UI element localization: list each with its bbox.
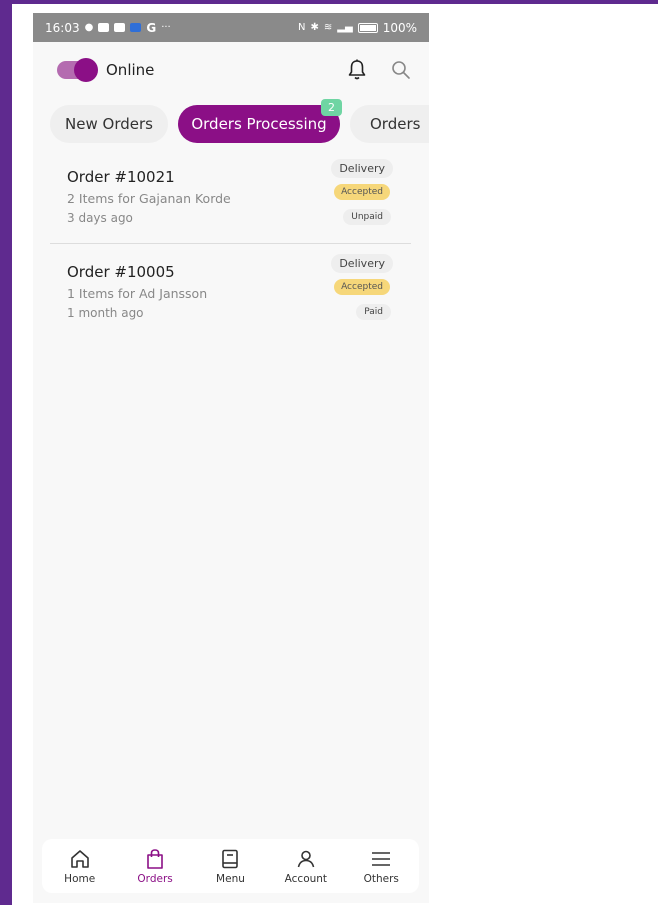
nav-menu[interactable]: Menu	[195, 848, 265, 885]
payment-status-badge: Unpaid	[343, 209, 391, 225]
online-status: Online	[57, 57, 155, 82]
status-time: 16:03	[45, 20, 80, 35]
order-card[interactable]: Order #10005 1 Items for Ad Jansson 1 mo…	[33, 244, 429, 338]
bluetooth-icon: ✱	[310, 21, 319, 33]
nav-account[interactable]: Account	[271, 848, 341, 885]
menu-book-icon	[219, 848, 241, 870]
nav-home-label: Home	[64, 872, 96, 885]
order-card[interactable]: Order #10021 2 Items for Gajanan Korde 3…	[33, 149, 429, 243]
online-label: Online	[106, 60, 155, 79]
search-icon[interactable]	[391, 60, 411, 80]
nav-orders-label: Orders	[137, 872, 173, 885]
toggle-knob	[74, 57, 98, 82]
nav-account-label: Account	[284, 872, 328, 885]
tab-orders-processing[interactable]: Orders Processing	[178, 105, 340, 143]
signal-icon: ▂▄	[337, 21, 353, 33]
nav-others-label: Others	[363, 872, 399, 885]
nav-others[interactable]: Others	[346, 848, 416, 885]
order-tabs: New Orders Orders Processing Orders 2	[33, 99, 429, 149]
status-bar: 16:03 ● G ··· N ✱ ≋ ▂▄ 100%	[33, 13, 429, 42]
status-left: 16:03 ● G ···	[45, 21, 171, 35]
nav-menu-label: Menu	[216, 872, 245, 885]
bottom-navigation: Home Orders Menu Account Others	[42, 839, 419, 893]
online-toggle[interactable]	[57, 57, 98, 82]
media-icon	[114, 23, 126, 32]
order-time: 1 month ago	[67, 306, 144, 320]
battery-percent: 100%	[382, 20, 417, 35]
order-status-badge: Accepted	[334, 184, 390, 200]
frame-border-left	[0, 0, 12, 905]
processing-count-badge: 2	[321, 99, 342, 116]
order-title: Order #10021	[67, 168, 175, 186]
wifi-icon: ≋	[323, 21, 333, 33]
battery-icon	[357, 22, 378, 33]
chat-icon: ●	[84, 21, 94, 33]
home-icon	[69, 848, 91, 870]
more-icon: ···	[161, 21, 171, 33]
order-time: 3 days ago	[67, 211, 133, 225]
hamburger-icon	[370, 848, 392, 870]
payment-status-badge: Paid	[356, 304, 391, 320]
bell-icon[interactable]	[347, 59, 367, 81]
nav-home[interactable]: Home	[45, 848, 115, 885]
order-title: Order #10005	[67, 263, 175, 281]
media-icon	[98, 23, 110, 32]
app-icon	[130, 23, 142, 32]
nav-orders[interactable]: Orders	[120, 848, 190, 885]
status-right: N ✱ ≋ ▂▄ 100%	[298, 21, 417, 35]
user-icon	[295, 848, 317, 870]
tab-orders[interactable]: Orders	[350, 105, 429, 143]
shopping-bag-icon	[144, 848, 166, 870]
order-items: 1 Items for Ad Jansson	[67, 286, 208, 301]
order-status-badge: Accepted	[334, 279, 390, 295]
frame-border-top	[0, 0, 658, 4]
app-header: Online	[33, 42, 429, 97]
google-icon: G	[146, 20, 157, 35]
order-items: 2 Items for Gajanan Korde	[67, 191, 231, 206]
order-type-badge: Delivery	[331, 254, 393, 273]
order-type-badge: Delivery	[331, 159, 393, 178]
phone-screen: 16:03 ● G ··· N ✱ ≋ ▂▄ 100% Online New O…	[33, 13, 429, 903]
tab-new-orders[interactable]: New Orders	[50, 105, 168, 143]
header-actions	[347, 59, 417, 81]
nfc-icon: N	[298, 21, 306, 33]
